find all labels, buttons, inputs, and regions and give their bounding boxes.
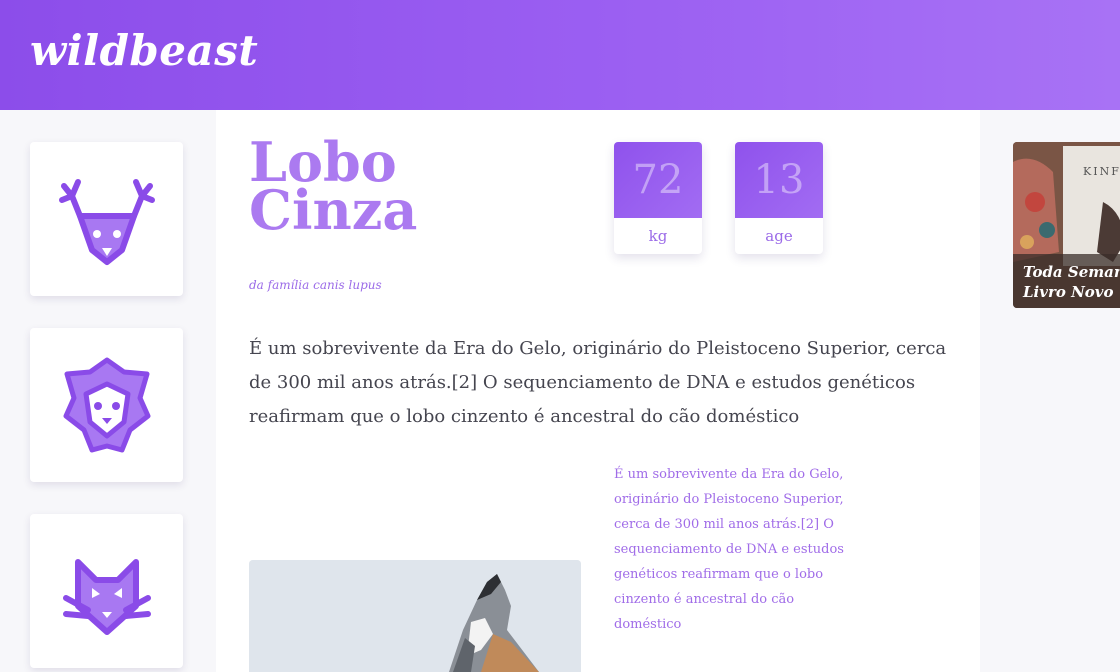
- animal-detail: Lobo Cinza da família canis lupus 72 kg …: [216, 110, 980, 672]
- page-title: Lobo Cinza: [249, 135, 579, 242]
- book-label: KINFOLK: [1083, 165, 1120, 178]
- logo[interactable]: wildbeast: [30, 26, 258, 75]
- wolf-image: [249, 560, 581, 672]
- stat-age-unit: age: [765, 227, 793, 245]
- promo-line-1: Toda Semana: [1023, 263, 1120, 281]
- stat-age: 13 age: [735, 142, 823, 254]
- lion-icon: [63, 357, 150, 453]
- title-line-2: Cinza: [249, 178, 418, 242]
- page-subtitle: da família canis lupus: [249, 278, 382, 292]
- promo-caption: Toda Semana Livro Novo: [1023, 262, 1120, 302]
- right-column: KINFOLK Toda Semana Livro Novo: [980, 110, 1120, 672]
- promo-line-2: Livro Novo: [1023, 283, 1114, 301]
- top-header: wildbeast: [0, 0, 1120, 110]
- wolf-photo: [249, 560, 581, 672]
- promo-card[interactable]: KINFOLK Toda Semana Livro Novo: [1013, 142, 1120, 308]
- fox-icon: [62, 559, 151, 635]
- stat-weight: 72 kg: [614, 142, 702, 254]
- sidebar-item-fox[interactable]: [30, 514, 183, 668]
- stat-weight-unit: kg: [648, 227, 668, 245]
- stat-age-value: 13: [735, 142, 823, 218]
- sidebar-item-deer[interactable]: [30, 142, 183, 296]
- stat-weight-value: 72: [614, 142, 702, 218]
- animal-description: É um sobrevivente da Era do Gelo, origin…: [249, 338, 947, 427]
- side-note: É um sobrevivente da Era do Gelo, origin…: [614, 467, 844, 632]
- sidebar: [0, 110, 216, 672]
- sidebar-item-lion[interactable]: [30, 328, 183, 482]
- deer-icon: [58, 179, 155, 265]
